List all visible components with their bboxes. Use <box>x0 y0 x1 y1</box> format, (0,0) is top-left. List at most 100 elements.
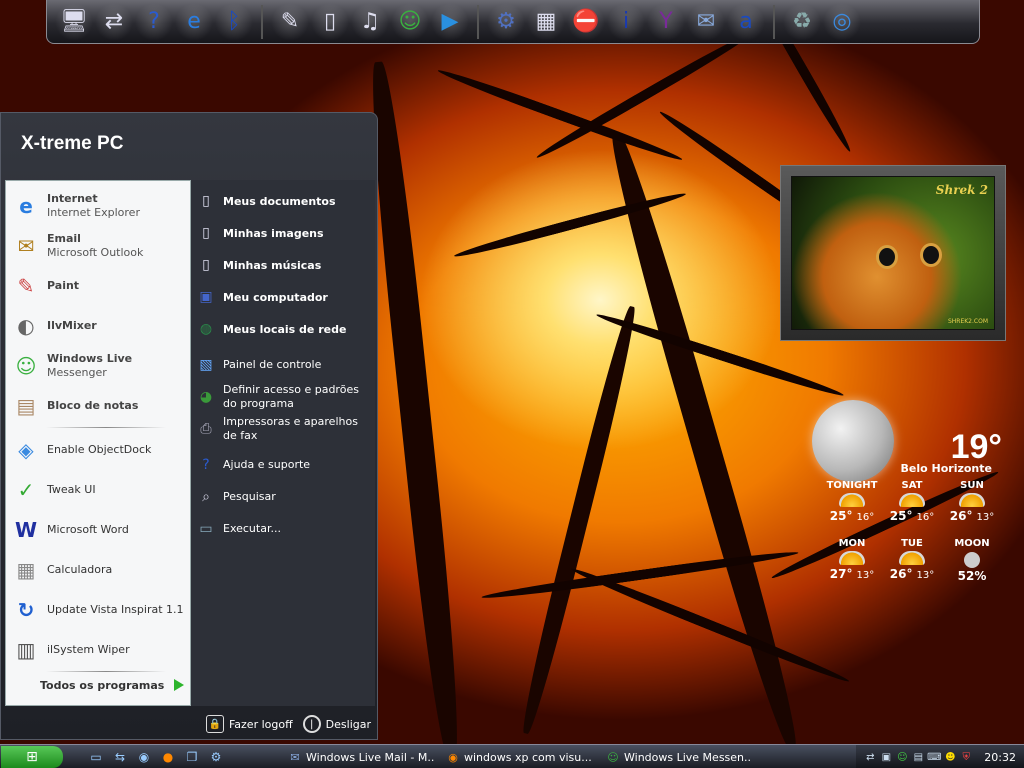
safari-icon[interactable]: ◎ <box>823 2 861 41</box>
my-pictures-icon: ▯ <box>202 225 210 241</box>
pinned-item[interactable]: W Microsoft Word <box>10 511 188 549</box>
forecast-day: TUE 26° 13° <box>882 538 942 581</box>
forecast-day: MOON 52% <box>942 538 1002 583</box>
places-panel: ▯ Meus documentos ▯ Minhas imagens ▯ Minhas m… <box>191 180 375 706</box>
pinned-item[interactable]: ▦ Calculadora <box>10 551 188 589</box>
place-item[interactable]: ▯ Minhas imagens <box>195 218 371 248</box>
pinned-item-sublabel: Microsoft Outlook <box>47 246 144 259</box>
pinned-item[interactable]: ✓ Tweak UI <box>10 471 188 509</box>
tools-icon[interactable]: ⚙ <box>207 748 225 766</box>
photo-caption: SHREK2.COM <box>947 318 988 325</box>
messenger-icon: ☺ <box>607 750 619 764</box>
bluetooth-icon[interactable]: ᛒ <box>215 2 253 41</box>
place-item[interactable]: ▭ Executar... <box>195 514 371 544</box>
taskbar-button[interactable]: ✉ Windows Live Mail - M... <box>284 747 434 767</box>
recycle-bin-icon[interactable]: ♻ <box>783 2 821 41</box>
all-programs-button[interactable]: Todos os programas <box>40 675 190 695</box>
taskbar-button[interactable]: ◉ windows xp com visu... <box>442 747 592 767</box>
show-desktop-icon[interactable]: ▭ <box>87 748 105 766</box>
place-item-label: Meu computador <box>223 290 328 304</box>
security-icon[interactable]: ⛔ <box>567 2 605 41</box>
forecast-high: 26° <box>889 567 913 581</box>
taskbar-button[interactable]: ☺ Windows Live Messen... <box>602 747 752 767</box>
documents-icon[interactable]: ▯ <box>311 2 349 41</box>
window-icon[interactable]: ❐ <box>183 748 201 766</box>
my-documents-icon: ▯ <box>202 193 210 209</box>
shutdown-label: Desligar <box>325 717 371 731</box>
moon-phase-icon <box>964 552 980 568</box>
objectdock-icon: ◈ <box>18 438 34 462</box>
music-icon[interactable]: ♫ <box>351 2 389 41</box>
place-item[interactable]: ◕ Definir acesso e padrões do programa <box>195 382 371 412</box>
place-item[interactable]: ◍ Meus locais de rede <box>195 314 371 344</box>
media-player-icon[interactable]: ▶ <box>431 2 469 41</box>
info-icon[interactable]: i <box>607 2 645 41</box>
help-icon[interactable]: ? <box>135 2 173 41</box>
yahoo-widgets-icon[interactable]: Y <box>647 2 685 41</box>
place-item[interactable]: ▧ Painel de controle <box>195 350 371 380</box>
emoticon-icon[interactable]: ☻ <box>944 751 956 763</box>
place-item[interactable]: ▣ Meu computador <box>195 282 371 312</box>
firefox-icon[interactable]: ● <box>159 748 177 766</box>
place-item-label: Pesquisar <box>223 490 276 503</box>
network-icon[interactable]: ⇄ <box>95 2 133 41</box>
pinned-item-label: Tweak UI <box>47 483 96 496</box>
pinned-item[interactable]: ◈ Enable ObjectDock <box>10 431 188 469</box>
logoff-label: Fazer logoff <box>228 717 293 731</box>
forecast-high: 26° <box>949 509 973 523</box>
pinned-item[interactable]: e Internet Internet Explorer <box>10 187 188 225</box>
display-icon[interactable]: ▣ <box>880 751 892 763</box>
pinned-item[interactable]: ▤ Bloco de notas <box>10 387 188 425</box>
pinned-item-label: Bloco de notas <box>47 399 139 412</box>
place-item[interactable]: ▯ Minhas músicas <box>195 250 371 280</box>
forecast-day: SUN 26° 13° <box>942 480 1002 523</box>
word-icon: W <box>14 518 38 542</box>
messenger-icon[interactable]: ☺ <box>896 751 908 763</box>
arrow-right-icon <box>174 679 185 691</box>
amazon-icon[interactable]: a <box>727 2 765 41</box>
mail-icon[interactable]: ✉ <box>687 2 725 41</box>
start-menu-title: X-treme PC <box>21 133 124 154</box>
forecast-label: SAT <box>901 480 923 491</box>
windows-logo-icon: ⊞ <box>26 748 38 765</box>
place-item-label: Minhas imagens <box>223 226 324 240</box>
place-item[interactable]: ⎙ Impressoras e aparelhos de fax <box>195 414 371 444</box>
computer-icon[interactable]: 🖥 <box>55 2 93 41</box>
power-icon: | <box>302 715 321 733</box>
taskbar: ⊞ ▭ ⇆ ◉ ● ❐ ⚙ ✉ Windows Live Mail - M... ◉… <box>0 744 1024 768</box>
tweak-ui-icon: ✓ <box>17 478 35 502</box>
photo-gallery-icon[interactable]: ▦ <box>527 2 565 41</box>
messenger-icon: ☺ <box>15 354 37 378</box>
place-item[interactable]: ▯ Meus documentos <box>195 186 371 216</box>
switch-windows-icon[interactable]: ⇆ <box>111 748 129 766</box>
help-icon: ? <box>202 457 210 473</box>
pinned-item[interactable]: ◐ IlvMixer <box>10 307 188 345</box>
place-item[interactable]: ⌕ Pesquisar <box>195 482 371 512</box>
messenger-icon[interactable]: ☺ <box>391 2 429 41</box>
pinned-item[interactable]: ✎ Paint <box>10 267 188 305</box>
photo-widget[interactable]: Shrek 2 SHREK2.COM <box>780 165 1006 341</box>
settings-gear-icon[interactable]: ⚙ <box>487 2 525 41</box>
logoff-button[interactable]: 🔒 Fazer logoff <box>205 715 293 733</box>
forecast-high: 52% <box>957 569 987 583</box>
keyboard-icon[interactable]: ⌨ <box>927 751 941 763</box>
shutdown-button[interactable]: | Desligar <box>302 715 371 733</box>
mail-icon: ✉ <box>290 750 300 764</box>
security-icon[interactable]: ⛨ <box>960 751 972 763</box>
network-icon[interactable]: ⇄ <box>864 751 876 763</box>
forecast-label: TUE <box>901 538 923 549</box>
pinned-item[interactable]: ↻ Update Vista Inspirat 1.1 <box>10 591 188 629</box>
volume-icon[interactable]: ▤ <box>912 751 924 763</box>
browser-icon[interactable]: ◉ <box>135 748 153 766</box>
pinned-item-label: ilSystem Wiper <box>47 643 130 656</box>
pinned-item[interactable]: ✉ Email Microsoft Outlook <box>10 227 188 265</box>
pinned-item[interactable]: ▥ ilSystem Wiper <box>10 631 188 669</box>
internet-explorer-icon[interactable]: e <box>175 2 213 41</box>
pinned-item[interactable]: ☺ Windows Live Messenger <box>10 347 188 385</box>
partly-sunny-icon <box>899 551 925 565</box>
forecast-label: TONIGHT <box>826 480 878 491</box>
weather-widget[interactable]: 19° Belo Horizonte TONIGHT 25° 16° SAT 25° 16… <box>808 398 1008 594</box>
start-button[interactable]: ⊞ <box>1 745 63 768</box>
place-item[interactable]: ? Ajuda e suporte <box>195 450 371 480</box>
tools-icon[interactable]: ✎ <box>271 2 309 41</box>
